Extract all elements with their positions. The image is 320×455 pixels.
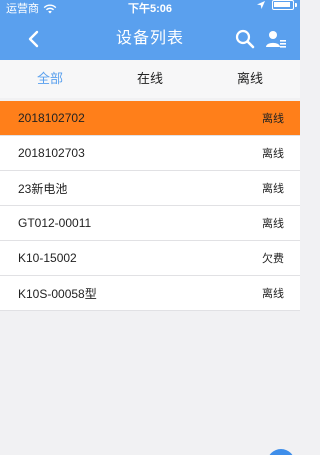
battery-icon <box>272 0 297 10</box>
list-empty-area <box>0 311 300 455</box>
device-name: K10S-00058型 <box>18 286 97 301</box>
device-status: 离线 <box>262 113 284 125</box>
device-status: 离线 <box>262 183 284 195</box>
status-time: 下午5:06 <box>127 3 173 15</box>
location-arrow-icon <box>257 1 265 9</box>
device-row[interactable]: K10-15002 欠费 <box>0 241 300 276</box>
search-button[interactable] <box>234 28 256 50</box>
device-row[interactable]: 2018102703 离线 <box>0 136 300 171</box>
device-name: 2018102702 <box>18 111 85 125</box>
device-name: K10-15002 <box>18 251 77 265</box>
device-name: GT012-00011 <box>18 216 92 230</box>
device-row[interactable]: K10S-00058型 离线 <box>0 276 300 311</box>
status-right <box>256 0 297 10</box>
device-status: 离线 <box>262 288 284 300</box>
status-tabs: 全部 在线 离线 <box>0 60 300 98</box>
user-list-button[interactable] <box>264 28 288 52</box>
header: 运营商 下午5:06 设备列表 <box>0 0 300 60</box>
search-icon <box>235 29 255 49</box>
device-row[interactable]: 23新电池 离线 <box>0 171 300 206</box>
device-status: 离线 <box>262 218 284 230</box>
device-status: 欠费 <box>262 253 284 265</box>
device-list: 2018102702 离线 2018102703 离线 23新电池 离线 GT0… <box>0 101 300 311</box>
device-row[interactable]: 2018102702 离线 <box>0 101 300 136</box>
tab-all[interactable]: 全部 <box>0 60 100 98</box>
user-list-icon <box>266 31 286 48</box>
device-row[interactable]: GT012-00011 离线 <box>0 206 300 241</box>
device-name: 23新电池 <box>18 181 68 196</box>
tab-offline[interactable]: 离线 <box>200 60 300 98</box>
tab-online[interactable]: 在线 <box>100 60 200 98</box>
nav-bar: 设备列表 <box>0 18 300 60</box>
device-status: 离线 <box>262 148 284 160</box>
device-name: 2018102703 <box>18 146 85 160</box>
status-bar: 运营商 下午5:06 <box>0 0 300 18</box>
